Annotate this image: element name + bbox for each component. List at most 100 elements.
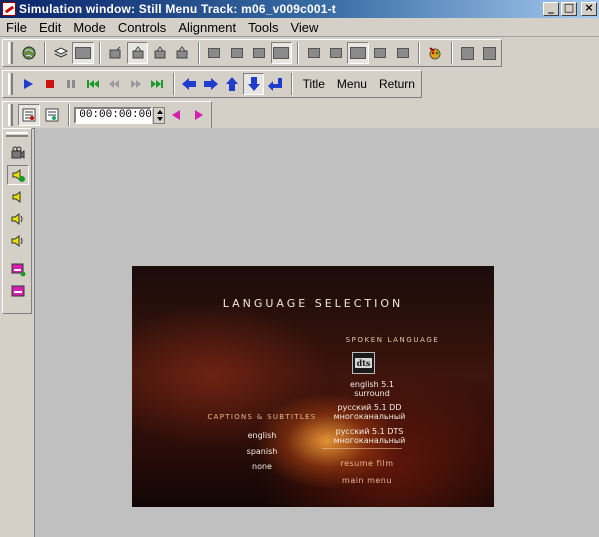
clip-info-icon[interactable] [41, 104, 63, 126]
subtitle-option-english[interactable]: english [232, 431, 292, 440]
next-marker-icon[interactable] [188, 104, 210, 126]
menu-tools[interactable]: Tools [242, 20, 284, 35]
timecode-spinner[interactable] [153, 106, 165, 124]
menu-file[interactable]: File [0, 20, 33, 35]
window-layout-2-icon[interactable] [226, 42, 247, 64]
layers-icon[interactable] [50, 42, 71, 64]
window-layout-4-icon[interactable] [270, 42, 292, 64]
tv-alt-icon[interactable] [172, 42, 193, 64]
separator [98, 42, 101, 64]
aspect-4-icon[interactable] [370, 42, 391, 64]
step-back-icon[interactable] [104, 73, 125, 95]
maximize-button[interactable]: □ [561, 2, 577, 16]
main-menu-button[interactable]: main menu [332, 476, 402, 485]
pause-icon[interactable] [61, 73, 82, 95]
menu-alignment[interactable]: Alignment [172, 20, 242, 35]
audio-option-english[interactable]: english 5.1 surround [322, 380, 422, 398]
separator [68, 104, 71, 126]
layout-glyph [273, 47, 290, 59]
audio-option-line1: english 5.1 [349, 380, 395, 389]
camera-icon[interactable] [7, 143, 29, 163]
speaker-loud-icon[interactable] [7, 209, 29, 229]
tv-antenna-icon[interactable] [149, 42, 170, 64]
enter-icon[interactable] [265, 73, 286, 95]
aspect-3-icon[interactable] [347, 42, 369, 64]
audio-option-line2: surround [354, 389, 390, 398]
separator [418, 42, 421, 64]
toolbar-grip[interactable] [8, 104, 13, 126]
toolbar-1 [2, 39, 502, 67]
dts-logo-text: dts [355, 358, 372, 368]
menu-bar: File Edit Mode Controls Alignment Tools … [0, 18, 599, 37]
toolbar-grip[interactable] [6, 132, 28, 137]
separator [450, 42, 453, 64]
layout-glyph [252, 48, 265, 58]
speaker-icon[interactable] [7, 187, 29, 207]
clip-settings-icon[interactable] [17, 104, 41, 126]
subtitle-active-icon[interactable] [7, 259, 29, 279]
menu-view[interactable]: View [284, 20, 324, 35]
toolbar-2: Title Menu Return [2, 70, 422, 98]
audio-option-russian-dd[interactable]: русский 5.1 DD многоканальный [307, 403, 432, 421]
highlight-line [322, 448, 402, 449]
arrow-left-icon[interactable] [179, 73, 200, 95]
title-bar[interactable]: Simulation window: Still Menu Track: m06… [0, 0, 599, 18]
layout-glyph [208, 48, 221, 58]
menu-preview[interactable]: LANGUAGE SELECTION SPOKEN LANGUAGE dts e… [132, 266, 494, 507]
menu-button[interactable]: Menu [331, 77, 373, 91]
title-button[interactable]: Title [297, 77, 331, 91]
dts-logo-icon: dts [352, 352, 375, 374]
menu-controls[interactable]: Controls [112, 20, 172, 35]
toolbar-grip[interactable] [8, 42, 13, 64]
menu-edit[interactable]: Edit [33, 20, 67, 35]
toolbar-3: 00:00:00:00 [2, 101, 212, 129]
skip-forward-icon[interactable] [147, 73, 168, 95]
aspect-2-icon[interactable] [325, 42, 346, 64]
subtitle-option-none[interactable]: none [232, 462, 292, 471]
speaker-alt-icon[interactable] [7, 231, 29, 251]
timecode-field[interactable]: 00:00:00:00 [74, 106, 153, 124]
skip-back-icon[interactable] [83, 73, 104, 95]
app-icon[interactable] [2, 2, 16, 16]
arrow-down-icon[interactable] [243, 73, 265, 95]
audio-option-line2: многоканальный [333, 436, 406, 445]
side-toolbar [2, 128, 32, 314]
audio-option-russian-dts[interactable]: русский 5.1 DTS многоканальный [307, 427, 432, 445]
separator [172, 73, 175, 95]
audio-option-line2: многоканальный [333, 412, 406, 421]
window-title: Simulation window: Still Menu Track: m06… [19, 2, 336, 16]
layout-glyph [230, 48, 243, 58]
close-button[interactable]: × [581, 2, 597, 16]
spoken-language-heading: SPOKEN LANGUAGE [345, 336, 440, 344]
captions-heading: CAPTIONS & SUBTITLES [207, 413, 317, 421]
aspect-5-icon[interactable] [392, 42, 413, 64]
subtitle-icon[interactable] [7, 281, 29, 301]
play-icon[interactable] [18, 73, 39, 95]
palette-icon[interactable] [424, 42, 445, 64]
menu-mode[interactable]: Mode [67, 20, 112, 35]
toolbar-grip[interactable] [8, 73, 13, 95]
subtitle-option-spanish[interactable]: spanish [232, 447, 292, 456]
separator [44, 42, 47, 64]
stop-icon[interactable] [39, 73, 60, 95]
option-a-icon[interactable] [457, 42, 478, 64]
screen-glyph [75, 47, 92, 59]
previous-marker-icon[interactable] [165, 104, 187, 126]
option-glyph [460, 46, 474, 60]
option-b-icon[interactable] [479, 42, 500, 64]
resume-film-button[interactable]: resume film [332, 459, 402, 468]
step-forward-icon[interactable] [126, 73, 147, 95]
window-layout-1-icon[interactable] [204, 42, 225, 64]
return-button[interactable]: Return [373, 77, 421, 91]
view-screen-icon[interactable] [72, 42, 94, 64]
window-layout-3-icon[interactable] [248, 42, 269, 64]
monitor-icon[interactable] [105, 42, 126, 64]
arrow-up-icon[interactable] [222, 73, 243, 95]
globe-icon[interactable] [18, 42, 39, 64]
tv-icon[interactable] [127, 42, 149, 64]
arrow-right-icon[interactable] [200, 73, 221, 95]
aspect-1-icon[interactable] [303, 42, 324, 64]
audio-active-icon[interactable] [7, 165, 29, 185]
aspect-glyph [307, 48, 320, 58]
minimize-button[interactable]: _ [543, 2, 559, 16]
